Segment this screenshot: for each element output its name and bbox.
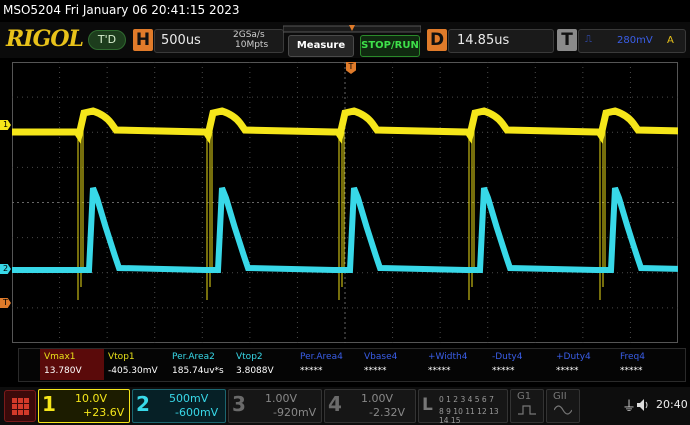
measurement-value: -405.30mV xyxy=(108,366,158,376)
measurement-item[interactable]: Per.Area2 185.74uv*s xyxy=(168,349,232,380)
g1-box[interactable]: G1 xyxy=(510,389,544,423)
ch1-edge-ringing xyxy=(77,125,84,300)
measurement-label: Vbase4 xyxy=(364,352,398,362)
speaker-icon[interactable] xyxy=(636,398,650,412)
measure-button[interactable]: Measure xyxy=(288,35,354,57)
menu-grid-icon[interactable] xyxy=(4,390,36,422)
horizontal-field[interactable]: 500us 2GSa/s 10Mpts xyxy=(154,29,284,53)
channel-3-scale: 1.00V xyxy=(265,392,298,405)
measurement-item[interactable]: -Duty4 ***** xyxy=(488,349,552,380)
sine-icon xyxy=(554,405,572,415)
g2-box[interactable]: GII xyxy=(546,389,580,423)
graticule xyxy=(12,62,678,343)
title-text: MSO5204 Fri January 06 20:41:15 2023 xyxy=(3,3,240,17)
trigger-source-label: A xyxy=(667,35,674,46)
ch2-marker[interactable]: 2 xyxy=(0,264,11,274)
measurement-value: ***** xyxy=(492,366,515,376)
measurement-value: ***** xyxy=(620,366,643,376)
measurement-item[interactable]: +Width4 ***** xyxy=(424,349,488,380)
measurement-item[interactable]: Vtop2 3.8088V xyxy=(232,349,296,380)
channel-1-offset: +23.6V xyxy=(83,406,125,419)
usb-icon: ⏚ xyxy=(622,399,636,415)
ch1-edge-ringing xyxy=(338,125,345,300)
measurement-value: ***** xyxy=(364,366,387,376)
horizontal-letter[interactable]: H xyxy=(133,29,153,51)
channel-2-box[interactable]: 2 500mV -600mV xyxy=(132,389,226,423)
logic-letter: L xyxy=(422,395,433,415)
channel-4-offset: -2.32V xyxy=(369,406,405,419)
ch1-edge-ringing xyxy=(599,125,606,300)
pulse-icon xyxy=(518,405,536,415)
measurement-label: Per.Area4 xyxy=(300,352,343,362)
measurement-label: Vmax1 xyxy=(44,352,76,362)
channel-2-offset: -600mV xyxy=(175,406,219,419)
channel-3-offset: -920mV xyxy=(273,406,317,419)
measurement-value: ***** xyxy=(556,366,579,376)
trigger-letter[interactable]: T xyxy=(557,29,577,51)
stop-run-button[interactable]: STOP/RUN xyxy=(360,35,420,57)
g2-label: GII xyxy=(553,391,567,402)
measurement-value: ***** xyxy=(428,366,451,376)
waveform-display[interactable] xyxy=(12,62,678,343)
g1-label: G1 xyxy=(517,391,532,402)
measurement-item[interactable]: Per.Area4 ***** xyxy=(296,349,360,380)
rigol-logo: RIGOL xyxy=(6,26,84,52)
ch1-edge-ringing xyxy=(468,125,475,300)
channel-4-number: 4 xyxy=(328,392,342,416)
trigger-level-marker[interactable]: T xyxy=(0,298,11,308)
timebase-value: 500us xyxy=(161,33,201,48)
measurement-value: 13.780V xyxy=(44,366,82,376)
channel-2-scale: 500mV xyxy=(169,392,209,405)
measurement-label: +Duty4 xyxy=(556,352,591,362)
delay-letter[interactable]: D xyxy=(427,29,447,51)
measurement-label: Vtop1 xyxy=(108,352,135,362)
measurement-item[interactable]: Vmax1 13.780V xyxy=(40,349,104,380)
sample-rate: 2GSa/s xyxy=(233,30,265,40)
trigger-level: 280mV xyxy=(617,35,653,46)
measurement-value: 3.8088V xyxy=(236,366,274,376)
channel-4-scale: 1.00V xyxy=(361,392,394,405)
delay-value: 14.85us xyxy=(457,33,510,48)
channel-2-number: 2 xyxy=(136,392,150,416)
measurement-value: 185.74uv*s xyxy=(172,366,224,376)
measurement-label: Per.Area2 xyxy=(172,352,215,362)
ch1-marker[interactable]: 1 xyxy=(0,120,11,130)
ch1-waveform xyxy=(12,107,678,144)
run-state-badge[interactable]: T'D xyxy=(88,30,126,50)
channel-1-scale: 10.0V xyxy=(75,392,108,405)
measurement-label: Freq4 xyxy=(620,352,646,362)
memory-depth: 10Mpts xyxy=(235,40,269,50)
channel-1-box[interactable]: 1 10.0V +23.6V xyxy=(38,389,130,423)
measurement-label: Vtop2 xyxy=(236,352,263,362)
measurement-item[interactable]: Vbase4 ***** xyxy=(360,349,424,380)
trigger-field[interactable]: ⎍ 280mV A xyxy=(578,29,686,53)
measurement-value: ***** xyxy=(300,366,323,376)
trigger-edge-icon: ⎍ xyxy=(585,34,592,45)
trigger-position-strip xyxy=(283,25,421,33)
title-bar: MSO5204 Fri January 06 20:41:15 2023 xyxy=(0,0,690,22)
channel-3-box[interactable]: 3 1.00V -920mV xyxy=(228,389,322,423)
logic-row-1: 0 1 2 3 4 5 6 7 xyxy=(439,395,494,404)
logic-row-2: 8 9 10 11 12 13 14 15 xyxy=(439,407,499,425)
measurement-item[interactable]: Vtop1 -405.30mV xyxy=(104,349,168,380)
logic-box[interactable]: L 0 1 2 3 4 5 6 7 8 9 10 11 12 13 14 15 xyxy=(418,389,508,425)
measurement-item[interactable]: +Duty4 ***** xyxy=(552,349,616,380)
channel-4-box[interactable]: 4 1.00V -2.32V xyxy=(324,389,416,423)
clock: 20:40 xyxy=(656,398,688,411)
measurement-label: +Width4 xyxy=(428,352,468,362)
measurement-item[interactable]: Freq4 ***** xyxy=(616,349,680,380)
channel-1-number: 1 xyxy=(42,392,56,416)
channel-3-number: 3 xyxy=(232,392,246,416)
delay-field[interactable]: 14.85us xyxy=(448,29,554,53)
ch1-edge-ringing xyxy=(206,125,213,300)
measurement-label: -Duty4 xyxy=(492,352,523,362)
